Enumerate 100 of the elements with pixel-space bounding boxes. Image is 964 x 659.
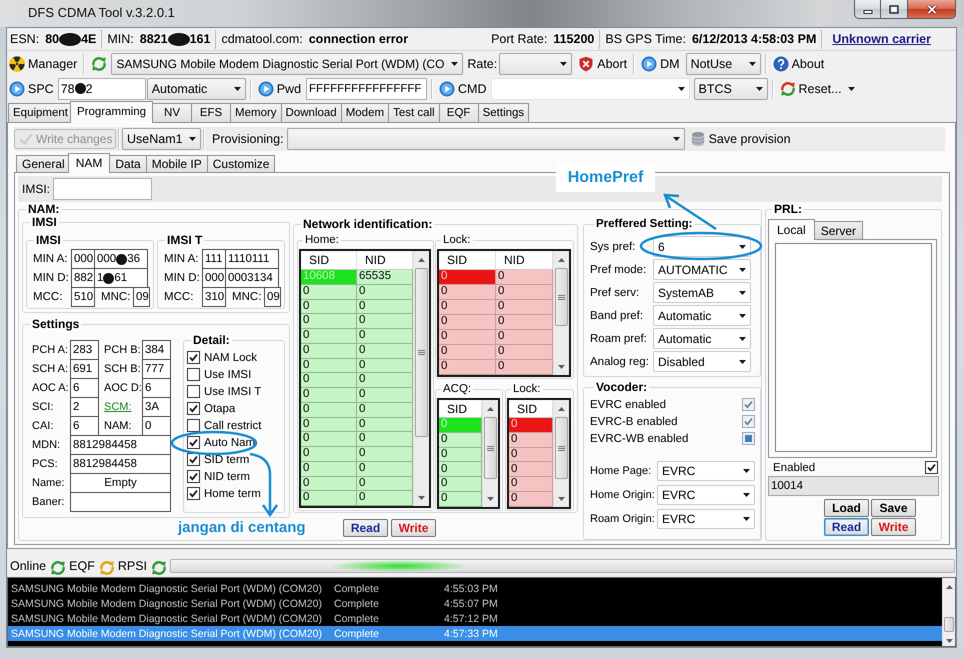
scroll-down-icon[interactable]: [946, 639, 952, 643]
tab[interactable]: Modem: [340, 103, 390, 122]
table-cell[interactable]: 0: [496, 360, 553, 375]
scroll-up-icon[interactable]: [558, 407, 565, 411]
scrollbar[interactable]: [553, 400, 569, 507]
tab[interactable]: Equipment: [8, 103, 73, 122]
table-cell[interactable]: 0: [357, 329, 413, 344]
input-field[interactable]: 777: [142, 359, 171, 379]
log-row[interactable]: SAMSUNG Mobile Modem Diagnostic Serial Port (WDM) (COM20) Complete 4:57:12 PM: [8, 611, 942, 626]
tab[interactable]: Customize: [206, 155, 276, 172]
command-button[interactable]: CMD: [437, 78, 488, 100]
carrier-link[interactable]: Unknown carrier: [827, 32, 931, 46]
scrollbar-thumb[interactable]: [555, 268, 568, 326]
input-field[interactable]: 6: [142, 378, 171, 398]
table-cell[interactable]: 0: [439, 315, 496, 330]
tab[interactable]: Settings: [478, 103, 530, 122]
table-cell[interactable]: 0: [357, 418, 413, 432]
scrollbar[interactable]: [482, 400, 498, 507]
table-cell[interactable]: 0: [509, 432, 553, 448]
checkbox[interactable]: [187, 368, 200, 381]
tab[interactable]: Mobile IP: [146, 155, 208, 172]
table-cell[interactable]: 0: [301, 491, 357, 506]
input-field[interactable]: 000 36: [94, 249, 148, 269]
scroll-up-icon[interactable]: [558, 258, 565, 262]
input-field[interactable]: 0: [142, 416, 171, 436]
table-cell[interactable]: 0: [357, 314, 413, 329]
tab[interactable]: Memory: [230, 103, 282, 122]
setting-dropdown[interactable]: Automatic: [653, 305, 751, 326]
about-button[interactable]: About: [770, 52, 826, 74]
input-field[interactable]: 09: [264, 287, 281, 307]
table-cell[interactable]: 0: [439, 300, 496, 315]
scrollbar-thumb[interactable]: [944, 617, 954, 632]
spc-field[interactable]: 78 2: [58, 78, 146, 100]
input-field[interactable]: 1110111: [225, 249, 279, 269]
table-cell[interactable]: 0: [357, 491, 413, 506]
table-cell[interactable]: 0: [301, 344, 357, 358]
table-cell[interactable]: 0: [439, 462, 482, 478]
checkbox[interactable]: [187, 385, 200, 398]
table-cell[interactable]: 0: [301, 358, 357, 374]
input-field[interactable]: 000: [71, 249, 95, 269]
tab[interactable]: Local: [768, 219, 815, 240]
tab[interactable]: NV: [152, 103, 192, 122]
table-cell[interactable]: 0: [357, 447, 413, 462]
input-field[interactable]: 8812984458: [70, 435, 171, 455]
input-field[interactable]: 000: [202, 268, 226, 288]
scroll-up-icon[interactable]: [946, 585, 952, 589]
table-cell[interactable]: 0: [301, 447, 357, 462]
dm-button[interactable]: DM: [639, 52, 682, 74]
minimize-button[interactable]: [854, 0, 881, 19]
column-header[interactable]: SID: [439, 251, 496, 269]
input-field[interactable]: 09: [133, 287, 150, 307]
table-cell[interactable]: 0: [357, 388, 413, 403]
input-field[interactable]: [70, 492, 171, 512]
log-row[interactable]: SAMSUNG Mobile Modem Diagnostic Serial Port (WDM) (COM20) Complete 4:55:03 PM: [8, 581, 942, 596]
table-cell[interactable]: 0: [301, 314, 357, 329]
table-cell[interactable]: 0: [496, 285, 553, 300]
input-field[interactable]: 0003134: [225, 268, 279, 288]
input-field[interactable]: 3A: [142, 397, 171, 417]
input-field[interactable]: 111: [202, 249, 226, 269]
tab[interactable]: Test call: [388, 103, 440, 122]
table-cell[interactable]: 0: [439, 432, 482, 448]
checkbox[interactable]: [187, 419, 200, 432]
read-button[interactable]: Read: [824, 518, 869, 536]
input-field[interactable]: 882: [71, 268, 95, 288]
input-field[interactable]: 6: [70, 416, 99, 436]
table-cell[interactable]: 0: [301, 373, 357, 388]
checkbox[interactable]: [187, 470, 200, 483]
table-cell[interactable]: 0: [357, 358, 413, 374]
table-cell[interactable]: 0: [509, 492, 553, 507]
checkbox[interactable]: [187, 487, 200, 500]
scrollbar[interactable]: [942, 578, 955, 646]
write-button[interactable]: Write: [871, 518, 916, 536]
spc-mode-dropdown[interactable]: Automatic: [146, 78, 246, 100]
password-button[interactable]: Pwd: [256, 78, 304, 100]
tab[interactable]: EFS: [191, 103, 232, 122]
prl-version-field[interactable]: 10014: [768, 476, 939, 496]
table-cell[interactable]: 0: [439, 285, 496, 300]
table-cell[interactable]: 0: [301, 329, 357, 344]
abort-button[interactable]: Abort: [576, 52, 630, 74]
scroll-down-icon[interactable]: [487, 497, 494, 501]
table-cell[interactable]: 0: [357, 432, 413, 447]
write-button[interactable]: Write: [391, 519, 436, 537]
tab[interactable]: Programming: [70, 101, 154, 123]
scroll-down-icon[interactable]: [418, 496, 425, 500]
table-cell[interactable]: 0: [301, 432, 357, 447]
input-field[interactable]: 384: [142, 340, 171, 360]
table-cell[interactable]: 0: [509, 462, 553, 478]
save-provision-button[interactable]: Save provision: [688, 128, 793, 150]
log-row[interactable]: SAMSUNG Mobile Modem Diagnostic Serial Port (WDM) (COM20) Complete 4:55:07 PM: [8, 596, 942, 611]
scrollbar[interactable]: [553, 251, 569, 375]
table-cell[interactable]: 0: [301, 284, 357, 300]
table-cell[interactable]: 0: [301, 402, 357, 418]
table-cell[interactable]: 0: [357, 300, 413, 314]
table-cell[interactable]: 0: [301, 418, 357, 432]
tab[interactable]: EQF: [438, 103, 479, 122]
tab[interactable]: Server: [814, 221, 864, 239]
codec-dropdown[interactable]: EVRC: [657, 509, 755, 529]
nam-slot-dropdown[interactable]: UseNam1: [122, 128, 201, 150]
input-field[interactable]: 1 61: [94, 268, 148, 288]
table-cell[interactable]: 0: [357, 284, 413, 300]
